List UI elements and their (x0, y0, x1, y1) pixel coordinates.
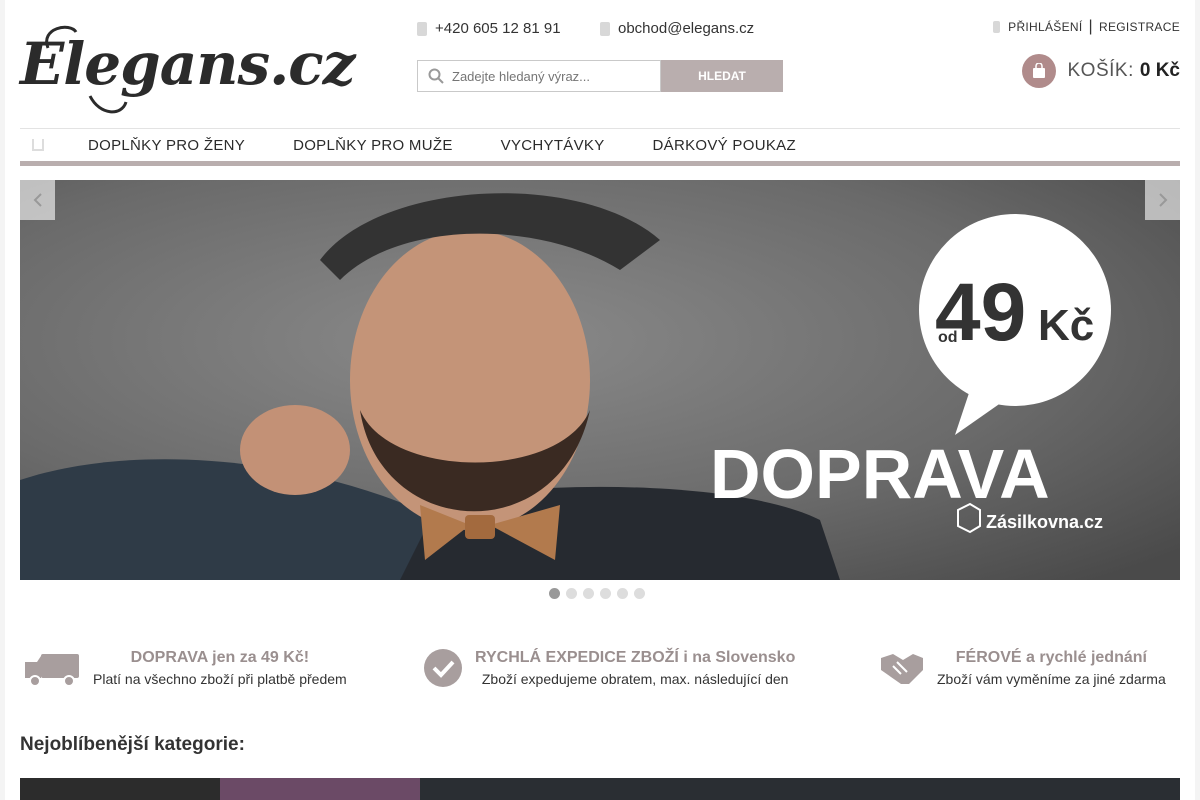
login-link[interactable]: PŘIHLÁŠENÍ (1008, 20, 1082, 34)
search-icon (428, 68, 444, 84)
email-address: obchod@elegans.cz (618, 20, 755, 37)
slider-dot[interactable] (634, 588, 645, 599)
slider-dot[interactable] (600, 588, 611, 599)
feature-title: RYCHLÁ EXPEDICE ZBOŽÍ i na Slovensko (475, 649, 796, 666)
site-logo[interactable]: Elegans.cz (20, 18, 356, 118)
category-tiles (20, 778, 1180, 800)
chevron-right-icon (1158, 193, 1167, 207)
nav-item-men[interactable]: DOPLŇKY PRO MUŽE (293, 137, 453, 154)
register-link[interactable]: REGISTRACE (1099, 20, 1180, 34)
envelope-icon (600, 21, 610, 36)
search-button[interactable]: HLEDAT (661, 60, 783, 92)
nav-item-gift-voucher[interactable]: DÁRKOVÝ POUKAZ (653, 137, 796, 154)
nav-item-gadgets[interactable]: VYCHYTÁVKY (501, 137, 605, 154)
category-tile[interactable] (220, 778, 420, 800)
phone-number: +420 605 12 81 91 (435, 20, 561, 37)
user-icon (993, 21, 1001, 33)
feature-fast-dispatch: RYCHLÁ EXPEDICE ZBOŽÍ i na Slovensko Zbo… (423, 648, 795, 688)
feature-fair-dealing: FÉROVÉ a rychlé jednání Zboží vám vymění… (879, 648, 1166, 688)
main-navigation: DOPLŇKY PRO ŽENY DOPLŇKY PRO MUŽE VYCHYT… (20, 128, 1180, 166)
account-separator: | (1088, 18, 1093, 35)
hero-banner[interactable]: od 49 Kč DOPRAVA Zásilkovna.cz (20, 180, 1180, 580)
phone-icon (417, 21, 427, 36)
categories-heading: Nejoblíbenější kategorie: (20, 734, 245, 755)
slider-prev-button[interactable] (20, 180, 55, 220)
checkmark-icon (424, 649, 462, 687)
chevron-left-icon (33, 193, 42, 207)
slider-dots (549, 588, 651, 599)
email-contact[interactable]: obchod@elegans.cz (600, 20, 754, 37)
feature-subtitle: Platí na všechno zboží při platbě předem (93, 671, 347, 687)
feature-shipping: DOPRAVA jen za 49 Kč! Platí na všechno z… (23, 648, 347, 688)
handshake-icon (881, 654, 923, 684)
banner-image: od 49 Kč DOPRAVA Zásilkovna.cz (20, 180, 1180, 580)
price-value: 49 (935, 267, 1026, 358)
feature-subtitle: Zboží vám vyměníme za jiné zdarma (937, 671, 1166, 687)
cart-total: 0 Kč (1139, 60, 1180, 81)
cart-icon (1021, 54, 1056, 88)
account-links: PŘIHLÁŠENÍ | REGISTRACE (993, 18, 1180, 36)
cart-label: KOŠÍK: (1067, 60, 1134, 81)
slider-next-button[interactable] (1145, 180, 1180, 220)
phone-contact[interactable]: +420 605 12 81 91 (417, 20, 561, 37)
nav-item-women[interactable]: DOPLŇKY PRO ŽENY (88, 137, 245, 154)
cart-widget[interactable]: KOŠÍK: 0 Kč (1021, 54, 1180, 88)
feature-subtitle: Zboží expedujeme obratem, max. následují… (481, 671, 789, 687)
feature-title: DOPRAVA jen za 49 Kč! (130, 649, 310, 666)
page: Elegans.cz +420 605 12 81 91 obchod@eleg… (5, 0, 1195, 800)
logo-text: Elegans.cz (20, 30, 356, 98)
truck-icon (25, 654, 79, 687)
partner-logo: Zásilkovna.cz (986, 512, 1103, 532)
price-currency: Kč (1038, 301, 1094, 350)
slider-dot[interactable] (566, 588, 577, 599)
banner-headline: DOPRAVA (710, 435, 1050, 513)
search-field[interactable] (417, 60, 661, 92)
feature-title: FÉROVÉ a rychlé jednání (955, 649, 1147, 666)
search-input[interactable] (452, 68, 652, 84)
category-tile[interactable] (20, 778, 220, 800)
slider-dot[interactable] (583, 588, 594, 599)
slider-dot[interactable] (549, 588, 560, 599)
home-icon[interactable] (32, 139, 44, 151)
slider-dot[interactable] (617, 588, 628, 599)
category-tile[interactable] (420, 778, 1180, 800)
search-form: HLEDAT (417, 60, 783, 92)
